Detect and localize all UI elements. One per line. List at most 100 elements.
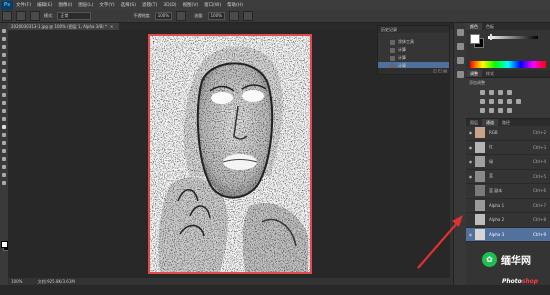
channel-row-alpha1[interactable]: Alpha 1 Ctrl+7: [466, 199, 550, 213]
zoom-level[interactable]: 100%: [11, 278, 22, 285]
menu-select[interactable]: 选择(S): [118, 2, 139, 8]
type-tool-icon[interactable]: [1, 148, 7, 154]
menu-type[interactable]: 文字(Y): [96, 2, 117, 8]
document-tab[interactable]: 2020030313-1.jpg @ 100% (图层 1, Alpha 3/8…: [8, 23, 120, 30]
photo-filter-icon[interactable]: [516, 99, 521, 104]
foreground-color-swatch[interactable]: [1, 241, 8, 248]
channel-row-red[interactable]: ◉ 红 Ctrl+3: [466, 141, 550, 155]
visibility-eye-empty[interactable]: [468, 203, 473, 208]
levels-icon[interactable]: [489, 90, 494, 95]
document-image[interactable]: [148, 34, 312, 274]
move-tool-icon[interactable]: [1, 28, 7, 34]
smudge-tool-icon[interactable]: [2, 11, 12, 21]
channel-row-blue-copy[interactable]: 蓝 副本 Ctrl+6: [466, 184, 550, 199]
properties-panel-icon[interactable]: [457, 43, 464, 50]
brush-panel-icon[interactable]: [30, 11, 40, 21]
menu-layer[interactable]: 图层(L): [75, 2, 96, 8]
quick-select-tool-icon[interactable]: [1, 52, 7, 58]
menu-file[interactable]: 文件(F): [13, 2, 34, 8]
exposure-icon[interactable]: [507, 90, 512, 95]
gray-slider[interactable]: [488, 34, 538, 40]
visibility-eye-icon[interactable]: ◉: [468, 159, 473, 164]
pressure-size-icon[interactable]: [242, 11, 253, 21]
hand-tool-icon[interactable]: [1, 172, 7, 178]
channel-row-blue[interactable]: ◉ 蓝 Ctrl+5: [466, 170, 550, 184]
tab-paths[interactable]: 路径: [498, 119, 514, 126]
path-select-tool-icon[interactable]: [1, 156, 7, 162]
menu-help[interactable]: 帮助(H): [224, 2, 246, 8]
adjustments-panel: 添加调整: [466, 77, 550, 118]
menu-3d[interactable]: 3D(D): [160, 3, 179, 8]
color-balance-icon[interactable]: [498, 99, 503, 104]
paragraph-panel-icon[interactable]: [457, 71, 464, 78]
panel-foreground-swatch[interactable]: [470, 34, 480, 44]
tab-color[interactable]: 颜色: [466, 23, 482, 30]
hue-saturation-icon[interactable]: [489, 99, 494, 104]
tab-adjustments[interactable]: 调整: [466, 70, 482, 77]
menu-edit[interactable]: 编辑(E): [34, 2, 55, 8]
lasso-tool-icon[interactable]: [1, 44, 7, 50]
airbrush-icon[interactable]: [228, 11, 239, 21]
brush-tool-icon[interactable]: [1, 84, 7, 90]
smudge-tool-icon[interactable]: [1, 124, 7, 130]
visibility-eye-empty[interactable]: [468, 217, 473, 222]
crop-tool-icon[interactable]: [1, 60, 7, 66]
flow-field[interactable]: 100%: [207, 12, 225, 20]
visibility-eye-icon[interactable]: ◉: [468, 130, 473, 135]
eyedropper-tool-icon[interactable]: [1, 68, 7, 74]
channel-thumbnail: [475, 170, 485, 182]
gradient-tool-icon[interactable]: [1, 116, 7, 122]
black-white-icon[interactable]: [507, 99, 512, 104]
menu-view[interactable]: 视图(V): [180, 2, 202, 8]
tab-channels[interactable]: 通道: [482, 119, 498, 126]
color-spectrum[interactable]: [470, 61, 546, 68]
invert-icon[interactable]: [480, 108, 485, 113]
channel-thumbnail: [475, 185, 485, 197]
brush-preset-icon[interactable]: [16, 11, 26, 21]
history-item[interactable]: 涂抹工具: [378, 38, 449, 46]
character-panel-icon[interactable]: [457, 57, 464, 64]
visibility-eye-icon[interactable]: ◉: [468, 174, 473, 179]
history-item[interactable]: 计算: [378, 46, 449, 54]
visibility-eye-icon[interactable]: ◉: [468, 232, 473, 237]
pressure-opacity-icon[interactable]: [176, 11, 187, 21]
history-panel-icon[interactable]: [457, 29, 464, 36]
curves-icon[interactable]: [498, 90, 503, 95]
mode-select[interactable]: 正常: [57, 12, 92, 20]
eraser-tool-icon[interactable]: [1, 108, 7, 114]
document-size: 文档:925.8K/3.61M: [37, 279, 75, 284]
channel-thumbnail: [475, 141, 485, 153]
vibrance-icon[interactable]: [480, 99, 485, 104]
gradient-map-icon[interactable]: [507, 108, 512, 113]
zoom-tool-icon[interactable]: [1, 180, 7, 186]
layers-channels-tabs: 图层 通道 路径: [466, 118, 550, 126]
threshold-icon[interactable]: [498, 108, 503, 113]
channel-row-alpha3-selected[interactable]: ◉ Alpha 3 Ctrl+9: [466, 227, 550, 242]
visibility-eye-empty[interactable]: [468, 188, 473, 193]
tab-layers[interactable]: 图层: [466, 119, 482, 126]
marquee-tool-icon[interactable]: [1, 36, 7, 42]
close-tab-icon[interactable]: ×: [110, 24, 113, 29]
tab-swatches[interactable]: 色板: [482, 23, 498, 30]
opacity-field[interactable]: 100%: [154, 12, 173, 20]
history-brush-tool-icon[interactable]: [1, 100, 7, 106]
channel-row-green[interactable]: ◉ 绿 Ctrl+4: [466, 155, 550, 170]
channel-row-alpha2[interactable]: Alpha 2 Ctrl+8: [466, 213, 550, 228]
tab-styles[interactable]: 样式: [482, 70, 498, 77]
healing-tool-icon[interactable]: [1, 76, 7, 82]
brightness-icon[interactable]: [480, 90, 485, 95]
visibility-eye-icon[interactable]: ◉: [468, 145, 473, 150]
shape-tool-icon[interactable]: [1, 164, 7, 170]
channel-row-rgb[interactable]: ◉ RGB Ctrl+2: [466, 126, 550, 141]
smudge-step-icon: [390, 39, 395, 45]
color-panel-tabs: 颜色 色板: [466, 23, 550, 30]
clone-stamp-tool-icon[interactable]: [1, 92, 7, 98]
dodge-tool-icon[interactable]: [1, 132, 7, 138]
posterize-icon[interactable]: [489, 108, 494, 113]
pen-tool-icon[interactable]: [1, 140, 7, 146]
history-item[interactable]: 计算: [378, 54, 449, 62]
menu-image[interactable]: 图像(I): [55, 2, 75, 8]
menu-window[interactable]: 窗口(W): [201, 2, 224, 8]
adjust-panel-tabs: 调整 样式: [466, 70, 550, 77]
menu-filter[interactable]: 滤镜(T): [139, 2, 160, 8]
